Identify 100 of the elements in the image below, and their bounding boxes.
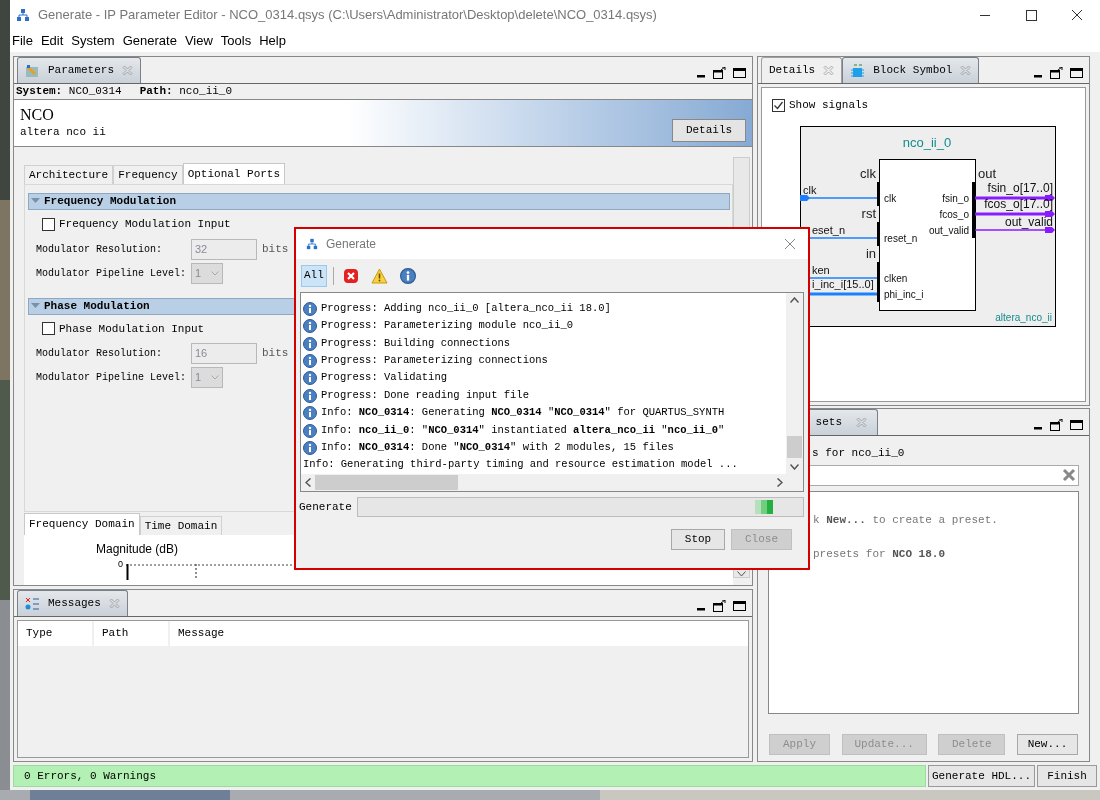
float-icon[interactable]	[1050, 67, 1063, 79]
log-message: Info: Generating third-party timing and resource estimation model ...	[303, 457, 738, 473]
field-label: Modulator Resolution:	[36, 242, 164, 257]
tab[interactable]: Frequency	[113, 165, 183, 184]
port-label: out_valid	[928, 224, 969, 236]
component-title: NCO	[20, 105, 55, 124]
info-icon	[303, 440, 317, 455]
tab[interactable]: Architecture	[24, 165, 114, 184]
menu-item[interactable]: Generate	[122, 31, 177, 51]
scroll-right-icon[interactable]	[777, 478, 783, 487]
button[interactable]: Stop	[671, 529, 725, 550]
scroll-thumb[interactable]	[787, 436, 802, 458]
menu-item[interactable]: System	[71, 31, 115, 51]
signal-label: eset_n	[812, 223, 846, 236]
status-bar: 0 Errors, 0 Warnings	[13, 765, 926, 787]
field-label: Modulator Resolution:	[36, 347, 164, 361]
info-icon	[303, 371, 317, 386]
log-message: Info: nco_ii_0: "NCO_0314" instantiated altera_nco_ii "nco_ii_0"	[321, 422, 725, 438]
app-icon	[16, 8, 30, 22]
signal-label: i_inc_i[15..0]	[812, 277, 874, 290]
component-subtitle: altera nco ii	[20, 124, 106, 140]
instance-name: nco_ii_0	[902, 134, 952, 150]
float-icon[interactable]	[713, 67, 726, 79]
button[interactable]: Finish	[1037, 765, 1097, 787]
info-icon	[303, 423, 317, 438]
info-icon	[303, 406, 317, 421]
close-icon[interactable]	[784, 238, 796, 250]
section-header[interactable]: Frequency Modulation	[28, 193, 730, 210]
signal-label: out_valid	[1004, 214, 1053, 229]
menu-item[interactable]: Tools	[220, 31, 252, 51]
port-label: fsin_o	[942, 192, 969, 204]
scroll-thumb[interactable]	[315, 475, 458, 490]
log-message: Progress: Adding nco_ii_0 [altera_nco_ii 18.0]	[321, 300, 611, 316]
plot-title: Magnitude (dB)	[96, 541, 180, 558]
maximize-icon[interactable]	[1070, 68, 1083, 78]
list-item-text: k New... to create a preset.	[813, 512, 999, 528]
checkbox[interactable]	[42, 322, 55, 336]
button[interactable]: New...	[1016, 734, 1078, 755]
tab[interactable]: Frequency Domain	[24, 513, 140, 535]
checkbox[interactable]	[42, 217, 55, 231]
scroll-up-icon[interactable]	[790, 297, 799, 303]
error-icon	[342, 267, 359, 284]
panel-tab[interactable]: Parameters	[17, 57, 141, 83]
details-button[interactable]: Details	[672, 118, 746, 142]
button[interactable]: Generate HDL...	[928, 765, 1035, 787]
field-label: Modulator Pipeline Level:	[36, 371, 188, 385]
scroll-down-icon[interactable]	[737, 571, 746, 577]
signal-label: fsin_o[17..0]	[987, 180, 1053, 195]
maximize-icon[interactable]	[733, 68, 746, 78]
signal-label: clk	[803, 183, 817, 196]
menu-item[interactable]: Help	[259, 31, 286, 51]
port-group-label: in	[865, 245, 876, 261]
tab[interactable]: Optional Ports	[182, 163, 286, 184]
float-icon[interactable]	[1050, 419, 1063, 431]
port-bar	[877, 221, 880, 246]
system-path-text: System: NCO_0314	[16, 84, 122, 100]
column-header[interactable]: Path	[94, 621, 168, 646]
axis-tick-label: 0	[117, 558, 124, 571]
scroll-left-icon[interactable]	[305, 478, 311, 487]
component-name: altera_nco_ii	[995, 311, 1052, 323]
app-icon	[306, 238, 318, 250]
menu-item[interactable]: File	[12, 31, 33, 51]
port-bar	[877, 261, 880, 302]
float-icon[interactable]	[713, 600, 726, 612]
menu-item[interactable]: View	[184, 31, 213, 51]
clear-icon[interactable]	[1062, 468, 1076, 482]
port-label: reset_n	[884, 232, 918, 244]
scroll-down-icon[interactable]	[790, 464, 799, 470]
maximize-icon[interactable]	[733, 601, 746, 611]
warning-icon	[370, 267, 388, 284]
filter-button[interactable]: All	[301, 264, 327, 287]
port-bar	[877, 181, 880, 206]
port-label: clken	[884, 272, 908, 284]
list-item-text: presets for NCO 18.0	[813, 547, 947, 562]
scrollbar[interactable]	[786, 293, 803, 474]
info-icon	[399, 267, 416, 284]
port-bar	[972, 181, 975, 238]
info-icon	[303, 388, 317, 403]
checkbox-label: Show signals	[789, 98, 869, 113]
panel-tab[interactable]: Block Symbol	[842, 57, 980, 83]
port-label: fcos_o	[939, 208, 969, 220]
column-header[interactable]: Type	[18, 621, 92, 646]
log-message: Progress: Validating	[321, 370, 448, 386]
checkbox[interactable]	[772, 98, 785, 112]
pencil-icon	[25, 63, 40, 78]
unit-label: bits	[262, 241, 289, 257]
maximize-icon[interactable]	[1070, 420, 1083, 430]
menu-item[interactable]: Edit	[40, 31, 64, 51]
log-message: Info: NCO_0314: Done "NCO_0314" with 2 modules, 15 files	[321, 440, 674, 456]
system-path-text: Path: nco_ii_0	[139, 84, 233, 100]
column-header[interactable]: Message	[170, 621, 748, 646]
unit-label: bits	[262, 346, 289, 362]
panel-tab[interactable]: Messages	[17, 590, 128, 616]
panel-tab[interactable]: Details	[761, 57, 843, 83]
checkbox-label: Phase Modulation Input	[59, 321, 205, 337]
tab[interactable]: Time Domain	[139, 516, 223, 535]
scrollbar[interactable]	[301, 474, 803, 491]
window-title: Generate - IP Parameter Editor - NCO_0314.qsys (C:\Users\Administrator\Desktop\delete\NCO_0314.qsys)	[38, 6, 657, 25]
messages-icon	[25, 596, 40, 611]
info-icon	[303, 319, 317, 334]
